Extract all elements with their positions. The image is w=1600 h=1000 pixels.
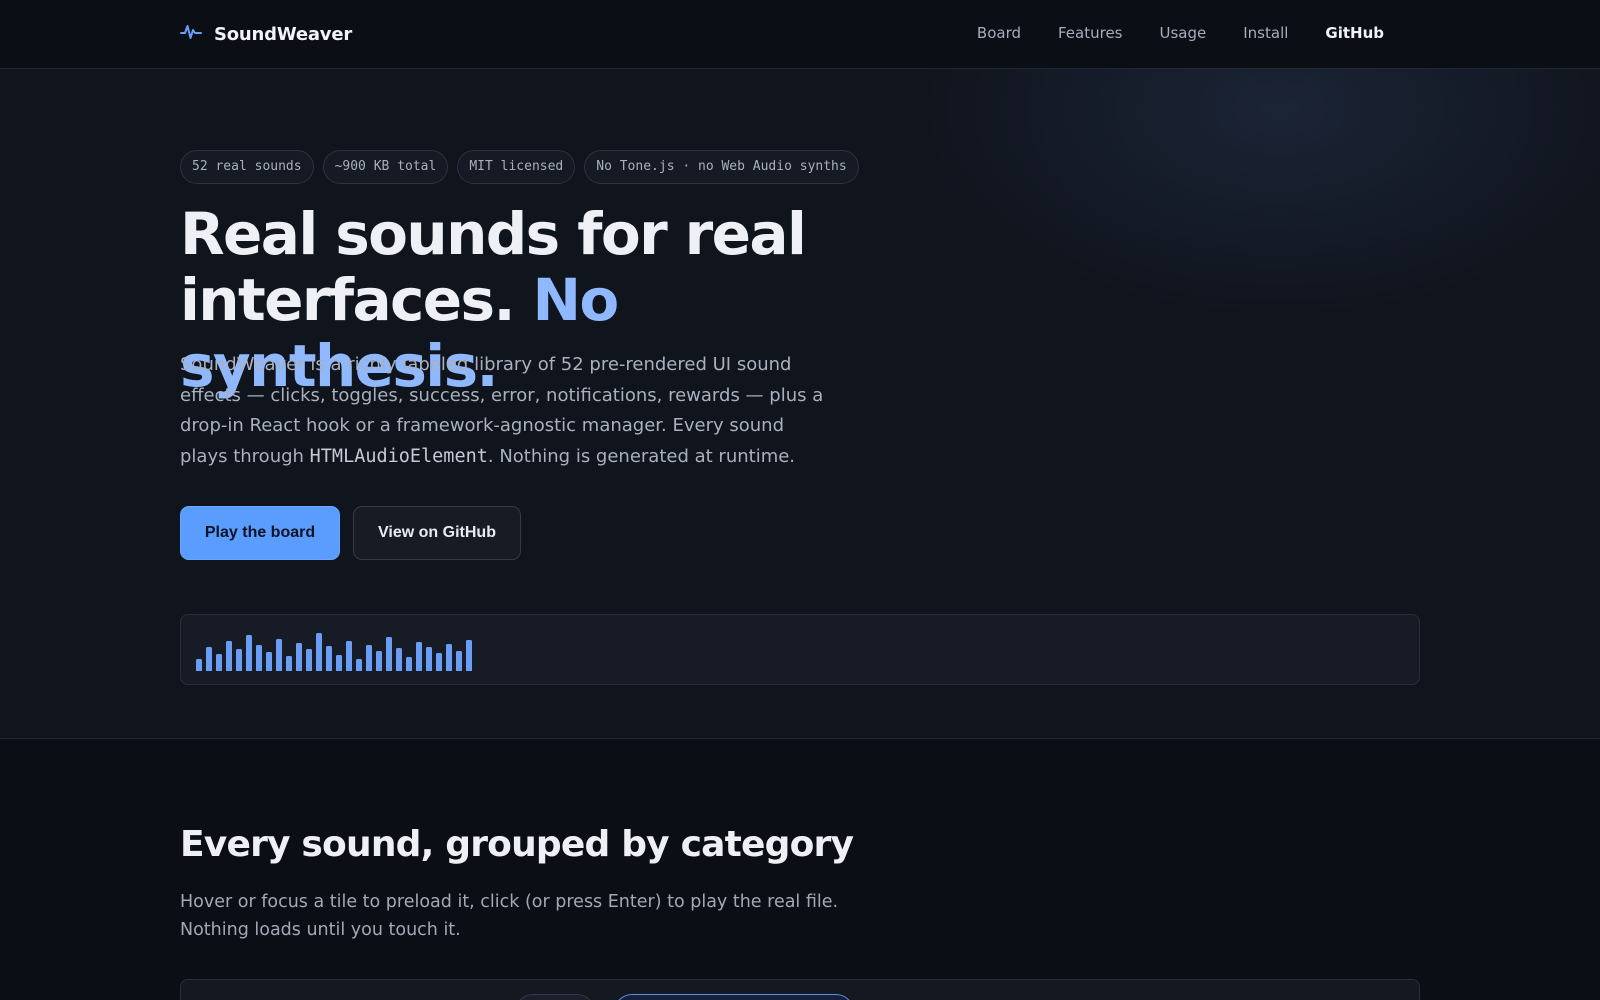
brand-name: SoundWeaver: [214, 23, 353, 45]
waveform-bar: [406, 657, 412, 671]
waveform-bar: [296, 643, 302, 671]
waveform-bar: [366, 645, 372, 671]
hero-section: 52 real sounds ~900 KB total MIT license…: [0, 69, 1600, 739]
nav-link-features[interactable]: Features: [1058, 24, 1123, 42]
lede-text-after: . Nothing is generated at runtime.: [487, 445, 796, 467]
pill-no-synth: No Tone.js · no Web Audio synths: [584, 150, 859, 184]
top-navigation: SoundWeaver Board Features Usage Install…: [0, 0, 1600, 69]
waveform-bar: [466, 640, 472, 671]
waveform-bar: [306, 649, 312, 671]
waveform-bar: [196, 659, 202, 671]
waveform-bar: [446, 644, 452, 671]
lede-code: HTMLAudioElement: [309, 445, 488, 467]
nav-link-install[interactable]: Install: [1243, 24, 1288, 42]
view-github-button[interactable]: View on GitHub: [353, 506, 521, 560]
board-section-subtitle: Hover or focus a tile to preload it, cli…: [180, 892, 839, 940]
waveform-bar: [336, 655, 342, 671]
waveform-bar: [266, 652, 272, 671]
nav-link-github[interactable]: GitHub: [1325, 24, 1384, 42]
waveform-bar: [376, 651, 382, 671]
pill-sound-count: 52 real sounds: [180, 150, 314, 184]
pill-license: MIT licensed: [457, 150, 576, 184]
waveform-bar: [276, 639, 282, 671]
waveform-bar: [206, 647, 212, 671]
waveform-bar: [426, 647, 432, 671]
nav-link-board[interactable]: Board: [977, 24, 1021, 42]
waveform-preview: [180, 614, 1420, 685]
headline-main: Real sounds for real interfaces.: [180, 200, 807, 334]
waveform-bar: [396, 648, 402, 671]
feature-pills: 52 real sounds ~900 KB total MIT license…: [180, 150, 859, 184]
waveform-bar: [316, 633, 322, 671]
brand[interactable]: SoundWeaver: [180, 22, 352, 46]
waveform-bar: [216, 654, 222, 671]
waveform-bar: [256, 645, 262, 671]
board-section-title: Every sound, grouped by category: [180, 824, 854, 865]
sound-board-panel: [180, 979, 1420, 1000]
waveform-bar: [386, 637, 392, 671]
waveform-bar: [226, 641, 232, 671]
waveform-bar: [326, 646, 332, 671]
waveform-bar: [246, 635, 252, 671]
waveform-bar: [346, 641, 352, 671]
nav-links: Board Features Usage Install GitHub: [940, 24, 1384, 42]
category-filter-chip[interactable]: [515, 994, 595, 1000]
waveform-bars: [196, 631, 472, 671]
waveform-bar: [416, 642, 422, 671]
hero-description: SoundWeaver is a richly labeled library …: [180, 350, 830, 472]
waveform-bar: [286, 656, 292, 671]
category-filter-chip-active[interactable]: [614, 994, 854, 1000]
play-board-button[interactable]: Play the board: [180, 506, 340, 560]
nav-link-usage[interactable]: Usage: [1160, 24, 1207, 42]
waveform-bar: [436, 653, 442, 671]
waveform-bar: [456, 651, 462, 671]
waveform-bar: [236, 649, 242, 671]
waveform-bar: [356, 659, 362, 671]
pill-total-size: ~900 KB total: [322, 150, 449, 184]
waveform-logo-icon: [180, 22, 202, 46]
